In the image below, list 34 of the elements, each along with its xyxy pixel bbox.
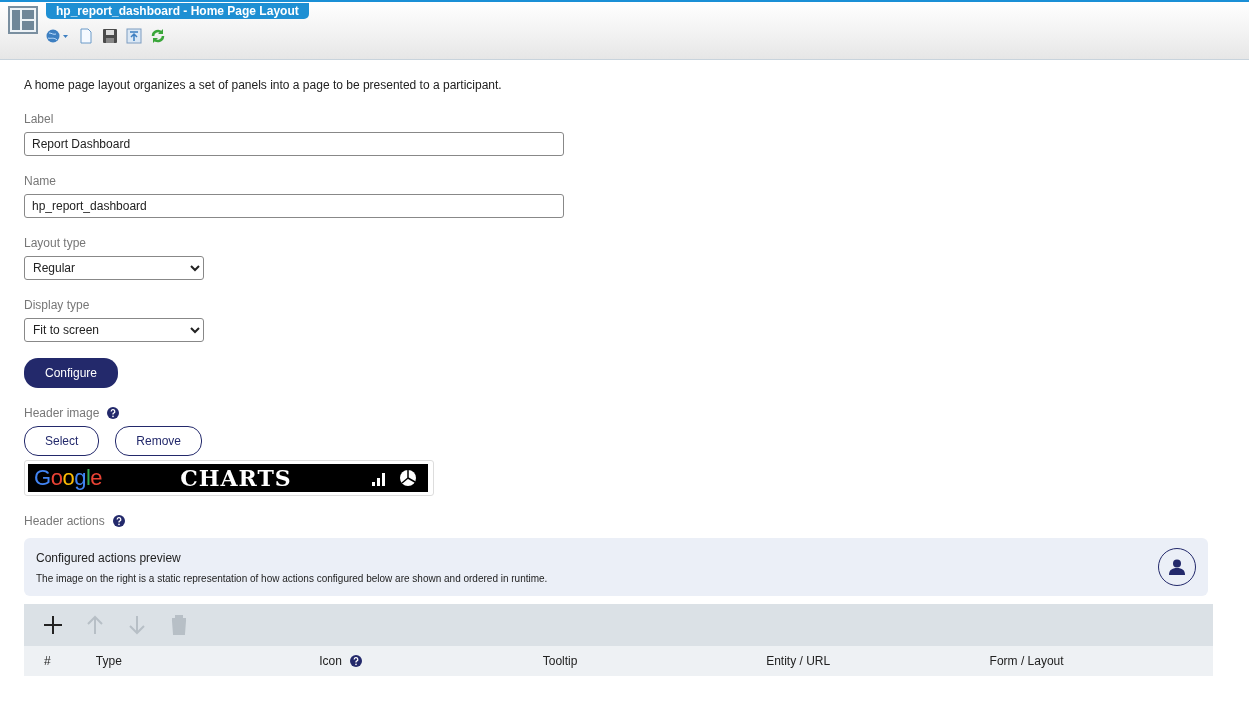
save-icon[interactable] — [102, 28, 118, 44]
description-text: A home page layout organizes a set of panels into a page to be presented to a participant. — [24, 77, 503, 94]
refresh-icon[interactable] — [150, 28, 166, 44]
dropdown[interactable]: Regular — [24, 256, 204, 280]
field-label: Display type — [24, 297, 91, 314]
field-label: Layout type — [24, 235, 88, 252]
globe-menu-icon[interactable] — [46, 28, 70, 44]
help-icon[interactable] — [349, 655, 362, 667]
help-icon[interactable] — [107, 407, 120, 419]
text-field[interactable]: hp_report_dashboard — [24, 194, 564, 218]
column-header: # — [44, 653, 51, 670]
field-label: Label — [24, 111, 55, 128]
configure-button[interactable]: Configure — [24, 358, 119, 388]
layout-icon — [8, 6, 38, 34]
help-icon[interactable] — [112, 515, 125, 527]
field-label: Header image — [24, 405, 100, 422]
column-header: Icon — [319, 653, 342, 670]
logo-wordmark: Google — [34, 467, 102, 489]
field-label: Header actions — [24, 513, 105, 530]
column-header: Form / Layout — [989, 653, 1064, 670]
outline-button[interactable]: Remove — [115, 426, 203, 456]
text-field[interactable]: Report Dashboard — [24, 132, 564, 156]
export-icon[interactable] — [126, 28, 142, 44]
column-header: Entity / URL — [766, 653, 831, 670]
outline-button[interactable]: Select — [24, 426, 100, 456]
preview-title: Configured actions preview — [36, 549, 182, 567]
column-header: Type — [95, 653, 122, 670]
logo-title: CHARTS — [180, 463, 292, 493]
column-header: Tooltip — [542, 653, 578, 670]
document-icon[interactable] — [78, 28, 94, 44]
dropdown[interactable]: Fit to screen — [24, 318, 204, 342]
field-label: Name — [24, 173, 57, 190]
preview-text: The image on the right is a static representation of how actions configured below are shown and ordered in runtime. — [36, 571, 548, 586]
window-title: hp_report_dashboard - Home Page Layout — [46, 3, 309, 19]
